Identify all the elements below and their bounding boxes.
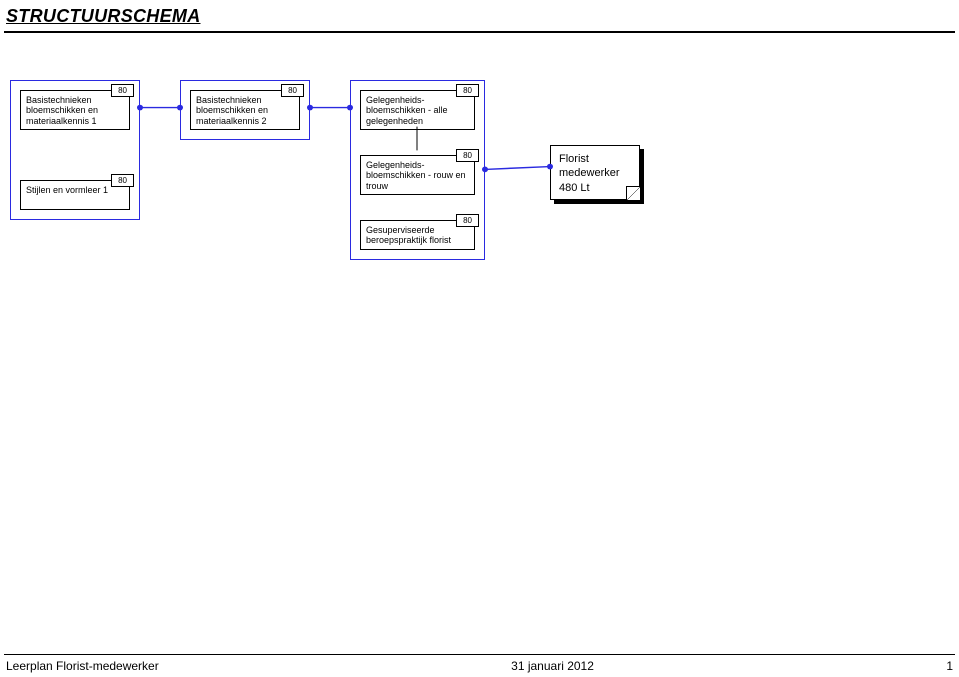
footer: Leerplan Florist-medewerker 31 januari 2… — [6, 659, 953, 673]
box-label: Basistechnieken bloemschikken en materia… — [26, 95, 98, 126]
value-badge: 80 — [456, 149, 479, 162]
terminal-line-3: 480 Lt — [559, 181, 631, 195]
footer-rule — [4, 654, 955, 655]
box-basistechnieken-1: Basistechnieken bloemschikken en materia… — [20, 90, 130, 130]
underline-rule — [4, 31, 955, 33]
value-badge: 80 — [456, 214, 479, 227]
box-gesuperviseerde-beroepspraktijk: Gesuperviseerde beroepspraktijk florist … — [360, 220, 475, 250]
box-label: Basistechnieken bloemschikken en materia… — [196, 95, 268, 126]
note-fold-icon — [626, 186, 640, 200]
box-gelegenheid-rouw-trouw: Gelegenheids-bloemschikken - rouw en tro… — [360, 155, 475, 195]
box-stijlen-vormleer-1: Stijlen en vormleer 1 80 — [20, 180, 130, 210]
terminal-line-2: medewerker — [559, 166, 631, 180]
footer-left: Leerplan Florist-medewerker — [6, 659, 159, 673]
value-badge: 80 — [111, 84, 134, 97]
box-label: Gesuperviseerde beroepspraktijk florist — [366, 225, 451, 245]
diagram-canvas: Basistechnieken bloemschikken en materia… — [0, 60, 959, 647]
box-gelegenheid-alle: Gelegenheids-bloemschikken - alle gelege… — [360, 90, 475, 130]
box-label: Stijlen en vormleer 1 — [26, 185, 108, 195]
terminal-line-1: Florist — [559, 152, 631, 166]
box-label: Gelegenheids-bloemschikken - rouw en tro… — [366, 160, 466, 191]
value-badge: 80 — [111, 174, 134, 187]
terminal-florist-medewerker: Florist medewerker 480 Lt — [550, 145, 640, 200]
box-basistechnieken-2: Basistechnieken bloemschikken en materia… — [190, 90, 300, 130]
footer-right: 1 — [946, 659, 953, 673]
box-label: Gelegenheids-bloemschikken - alle gelege… — [366, 95, 448, 126]
value-badge: 80 — [281, 84, 304, 97]
value-badge: 80 — [456, 84, 479, 97]
footer-center: 31 januari 2012 — [511, 659, 594, 673]
page-title: STRUCTUURSCHEMA — [6, 6, 201, 27]
